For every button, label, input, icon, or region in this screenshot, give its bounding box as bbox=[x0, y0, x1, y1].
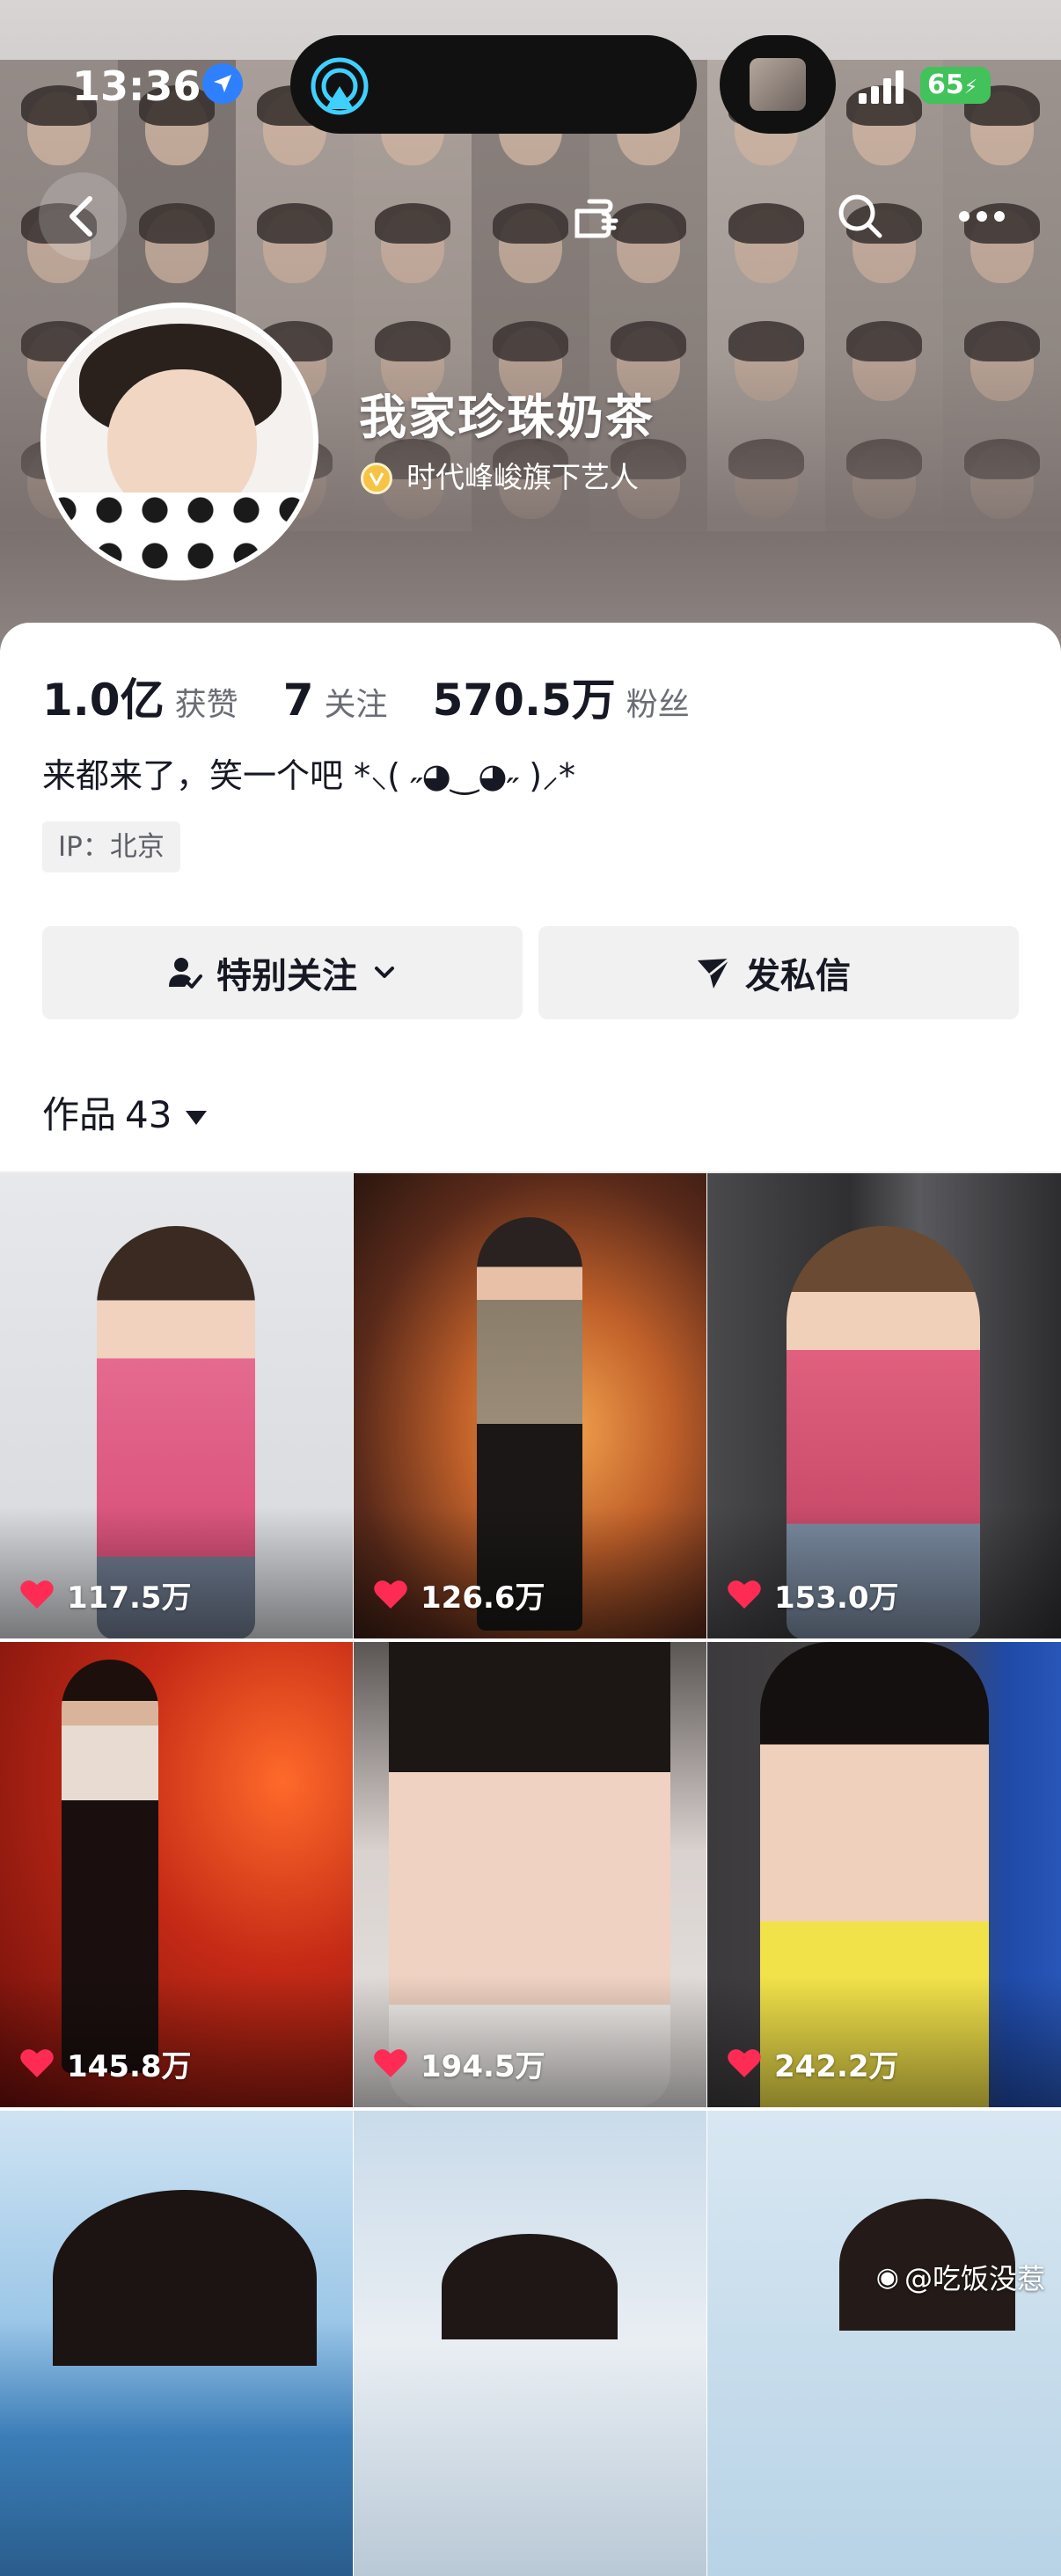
like-count-value: 117.5万 bbox=[67, 1580, 192, 1616]
heart-icon bbox=[374, 1580, 407, 1609]
airdrop-icon bbox=[290, 35, 389, 134]
heart-icon bbox=[20, 1580, 54, 1609]
location-arrow-icon bbox=[202, 63, 243, 104]
send-message-button[interactable]: 发私信 bbox=[538, 926, 1019, 1019]
like-count: 117.5万 bbox=[19, 1568, 192, 1621]
like-count: 153.0万 bbox=[727, 1568, 899, 1621]
battery-level: 65 bbox=[927, 69, 964, 100]
stat-likes[interactable]: 1.0亿 获赞 bbox=[42, 665, 238, 728]
like-count: 145.8万 bbox=[19, 2037, 192, 2090]
profile-bio: 来都来了，笑一个吧 *⸜( ˶◕‿◕˶ )⸝* bbox=[42, 756, 576, 795]
profile-stats: 1.0亿 获赞 7 关注 570.5万 粉丝 bbox=[42, 665, 730, 735]
video-thumbnail[interactable] bbox=[707, 2111, 1061, 2576]
video-thumbnail[interactable] bbox=[0, 2111, 353, 2576]
battery-charging-icon: 65⚡ bbox=[920, 67, 991, 104]
signal-bars-icon bbox=[859, 69, 908, 107]
video-thumbnail[interactable] bbox=[354, 2111, 706, 2576]
watermark-text: @吃饭没惹 bbox=[904, 2262, 1045, 2295]
more-icon[interactable] bbox=[938, 172, 1026, 260]
stat-likes-value: 1.0亿 bbox=[42, 675, 165, 726]
heart-icon bbox=[20, 2049, 54, 2077]
video-thumbnail[interactable]: 145.8万 bbox=[0, 1642, 353, 2107]
video-thumbnail[interactable]: 242.2万 bbox=[707, 1642, 1061, 2107]
pointing-hand-icon[interactable] bbox=[554, 172, 642, 260]
user-check-icon bbox=[169, 958, 202, 989]
caret-down-icon bbox=[186, 1110, 208, 1125]
tab-works[interactable]: 作品 43 bbox=[42, 1089, 208, 1142]
like-count-value: 153.0万 bbox=[774, 1580, 899, 1616]
video-grid: 117.5万 126.6万 153.0万 145.8万 194.5万 242.2… bbox=[0, 1173, 1061, 2576]
stat-following-label: 关注 bbox=[324, 687, 388, 723]
like-count-value: 145.8万 bbox=[67, 2048, 192, 2084]
heart-icon bbox=[374, 2049, 407, 2077]
search-icon[interactable] bbox=[816, 172, 904, 260]
stat-followers-label: 粉丝 bbox=[626, 687, 690, 723]
avatar[interactable] bbox=[40, 303, 318, 580]
live-activity[interactable] bbox=[720, 35, 836, 134]
like-count-value: 194.5万 bbox=[421, 2048, 545, 2084]
stat-following[interactable]: 7 关注 bbox=[283, 675, 388, 726]
weibo-watermark: ◉ @吃饭没惹 bbox=[876, 2257, 1045, 2297]
stat-followers[interactable]: 570.5万 粉丝 bbox=[433, 665, 690, 728]
special-follow-button[interactable]: 特别关注 bbox=[42, 926, 523, 1019]
stat-following-value: 7 bbox=[282, 675, 314, 726]
stat-followers-value: 570.5万 bbox=[432, 675, 616, 726]
live-activity-thumbnail bbox=[750, 58, 806, 111]
verified-badge-icon bbox=[361, 463, 392, 494]
video-thumbnail[interactable]: 194.5万 bbox=[354, 1642, 706, 2107]
like-count-value: 242.2万 bbox=[774, 2048, 899, 2084]
stat-likes-label: 获赞 bbox=[174, 687, 238, 723]
special-follow-label: 特别关注 bbox=[216, 956, 357, 996]
status-time: 13:36 bbox=[72, 62, 201, 110]
video-thumbnail[interactable]: 126.6万 bbox=[354, 1173, 706, 1638]
tab-works-label: 作品 bbox=[42, 1093, 117, 1136]
back-icon[interactable] bbox=[39, 172, 127, 260]
send-icon bbox=[698, 957, 730, 989]
avatar-polka-dot-shirt bbox=[46, 493, 313, 575]
heart-icon bbox=[728, 1580, 761, 1609]
like-count: 126.6万 bbox=[373, 1568, 545, 1621]
heart-icon bbox=[728, 2049, 761, 2077]
profile-nickname: 我家珍珠奶茶 bbox=[359, 390, 655, 445]
like-count: 194.5万 bbox=[373, 2037, 545, 2090]
like-count-value: 126.6万 bbox=[421, 1580, 545, 1616]
send-message-label: 发私信 bbox=[745, 956, 851, 996]
video-thumbnail[interactable]: 153.0万 bbox=[707, 1173, 1061, 1638]
video-thumbnail[interactable]: 117.5万 bbox=[0, 1173, 353, 1638]
chevron-down-icon bbox=[375, 967, 394, 978]
verification-text: 时代峰峻旗下艺人 bbox=[406, 460, 639, 494]
ip-location-tag: IP：北京 bbox=[42, 821, 180, 872]
weibo-logo-icon: ◉ bbox=[875, 2261, 899, 2293]
like-count: 242.2万 bbox=[727, 2037, 899, 2090]
tab-works-count: 43 bbox=[125, 1093, 172, 1136]
